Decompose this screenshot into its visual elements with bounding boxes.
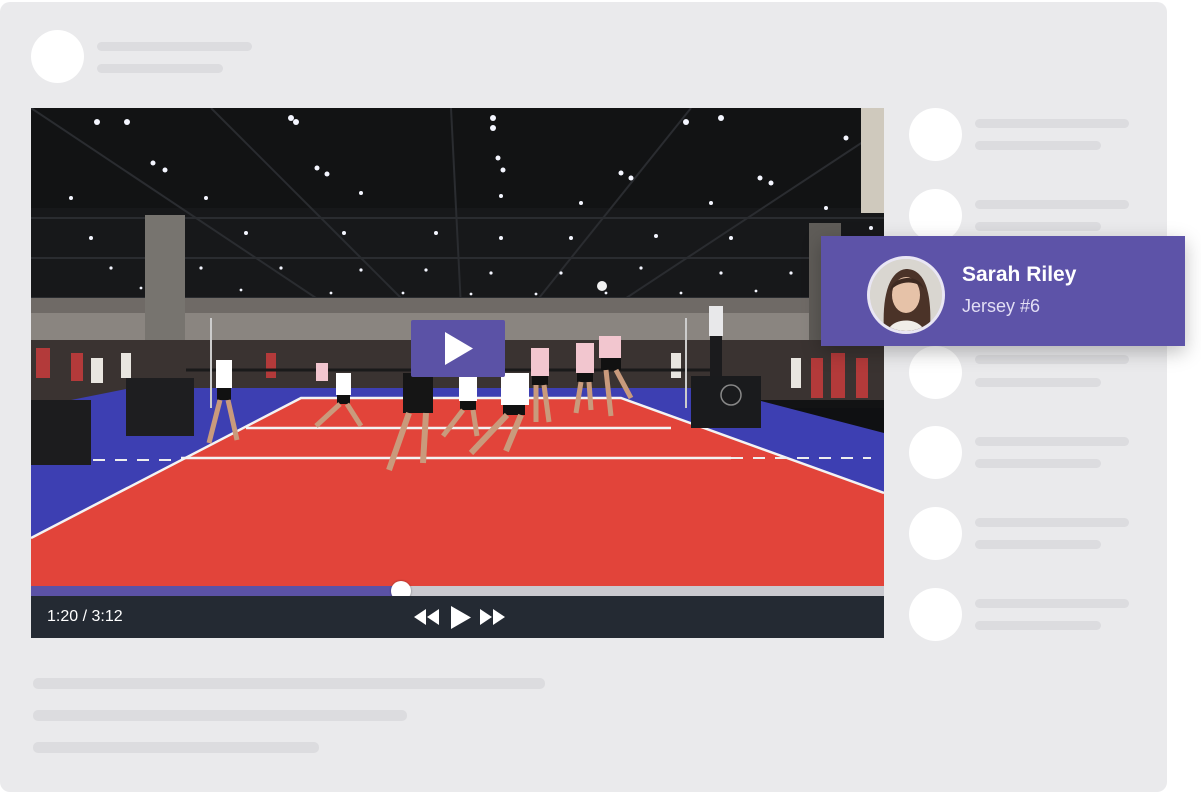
- list-item-avatar-placeholder: [909, 588, 962, 641]
- video-frame[interactable]: [31, 108, 884, 586]
- play-icon: [445, 332, 473, 365]
- big-play-button[interactable]: [411, 320, 505, 377]
- list-item-subtitle-placeholder: [975, 222, 1101, 231]
- time-separator: /: [78, 608, 92, 625]
- play-button[interactable]: [450, 606, 472, 634]
- list-item-title-placeholder: [975, 599, 1129, 608]
- description-line-placeholder: [33, 710, 407, 721]
- header-title-placeholder: [97, 42, 252, 51]
- rewind-icon: [414, 609, 439, 625]
- list-item-subtitle-placeholder: [975, 621, 1101, 630]
- progress-fill: [31, 586, 401, 596]
- description-line-placeholder: [33, 678, 545, 689]
- current-time: 1:20: [47, 608, 79, 625]
- list-item-avatar-placeholder: [909, 426, 962, 479]
- video-player[interactable]: 1:20 / 3:12: [31, 108, 884, 638]
- list-item-subtitle-placeholder: [975, 540, 1101, 549]
- list-item-title-placeholder: [975, 200, 1129, 209]
- list-item-subtitle-placeholder: [975, 459, 1101, 468]
- list-item-avatar-placeholder: [909, 189, 962, 242]
- list-item-title-placeholder: [975, 518, 1129, 527]
- progress-bar[interactable]: [31, 581, 884, 601]
- list-item-avatar-placeholder: [909, 108, 962, 161]
- control-bar: 1:20 / 3:12: [31, 596, 884, 638]
- fast-forward-icon: [480, 609, 505, 625]
- list-item-avatar-placeholder: [909, 346, 962, 399]
- player-jersey: Jersey #6: [962, 296, 1041, 316]
- list-item-title-placeholder: [975, 119, 1129, 128]
- header-avatar-placeholder: [31, 30, 84, 83]
- list-item-subtitle-placeholder: [975, 378, 1101, 387]
- fast-forward-button[interactable]: [479, 609, 505, 630]
- player-photo: [870, 259, 942, 331]
- description-line-placeholder: [33, 742, 319, 753]
- time-display: 1:20 / 3:12: [47, 608, 123, 626]
- player-info-card[interactable]: Sarah Riley Jersey #6: [821, 236, 1185, 346]
- list-item-avatar-placeholder: [909, 507, 962, 560]
- player-name: Sarah Riley: [962, 263, 1077, 286]
- list-item-title-placeholder: [975, 355, 1129, 364]
- header-subtitle-placeholder: [97, 64, 223, 73]
- duration: 3:12: [91, 608, 123, 625]
- play-icon: [451, 606, 471, 629]
- list-item-title-placeholder: [975, 437, 1129, 446]
- list-item-subtitle-placeholder: [975, 141, 1101, 150]
- rewind-button[interactable]: [414, 609, 440, 630]
- avatar: [867, 256, 945, 334]
